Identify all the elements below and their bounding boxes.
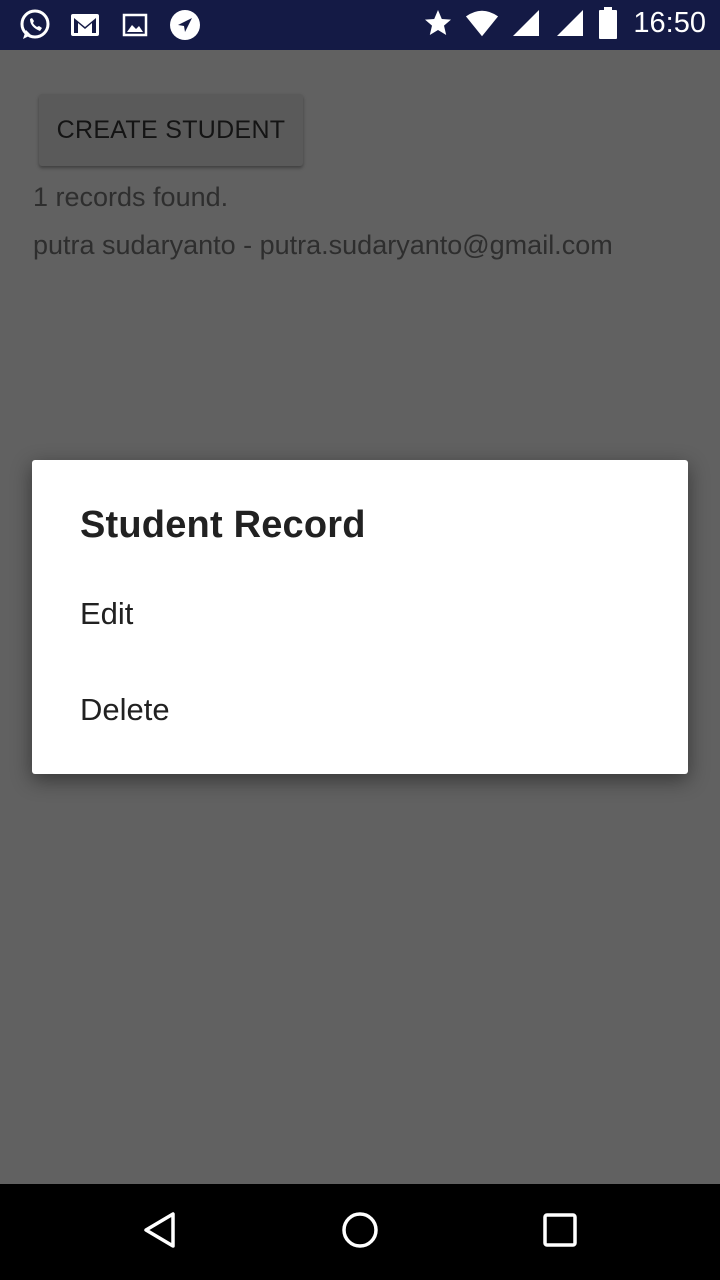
status-clock: 16:50 bbox=[633, 6, 706, 39]
dialog-title: Student Record bbox=[80, 504, 366, 546]
back-icon bbox=[140, 1210, 180, 1255]
back-button[interactable] bbox=[130, 1202, 190, 1262]
create-student-button[interactable]: CREATE STUDENT bbox=[39, 94, 303, 166]
navigation-bar bbox=[0, 1184, 720, 1280]
student-list-item[interactable]: putra sudaryanto - putra.sudaryanto@gmai… bbox=[33, 230, 613, 261]
home-button[interactable] bbox=[330, 1202, 390, 1262]
notification-icons bbox=[18, 8, 202, 42]
dialog-item-delete[interactable]: Delete bbox=[32, 666, 688, 754]
dialog-item-label: Delete bbox=[80, 692, 170, 727]
home-icon bbox=[340, 1210, 380, 1255]
star-icon bbox=[421, 6, 455, 40]
recents-icon bbox=[540, 1210, 580, 1255]
whatsapp-icon bbox=[18, 8, 52, 42]
wifi-icon bbox=[465, 6, 499, 40]
signal-icon bbox=[509, 6, 543, 40]
dialog-item-edit[interactable]: Edit bbox=[32, 570, 688, 658]
navigation-icon bbox=[168, 8, 202, 42]
gmail-icon bbox=[68, 8, 102, 42]
screen: 16:50 CREATE STUDENT 1 records found. pu… bbox=[0, 0, 720, 1280]
battery-icon bbox=[597, 6, 619, 40]
recents-button[interactable] bbox=[530, 1202, 590, 1262]
dialog-item-label: Edit bbox=[80, 596, 134, 631]
records-count-text: 1 records found. bbox=[33, 182, 229, 212]
signal-icon bbox=[553, 6, 587, 40]
student-record-dialog: Student Record Edit Delete bbox=[32, 460, 688, 774]
gallery-icon bbox=[118, 8, 152, 42]
system-status-icons: 16:50 bbox=[421, 6, 706, 40]
status-bar: 16:50 bbox=[0, 0, 720, 50]
